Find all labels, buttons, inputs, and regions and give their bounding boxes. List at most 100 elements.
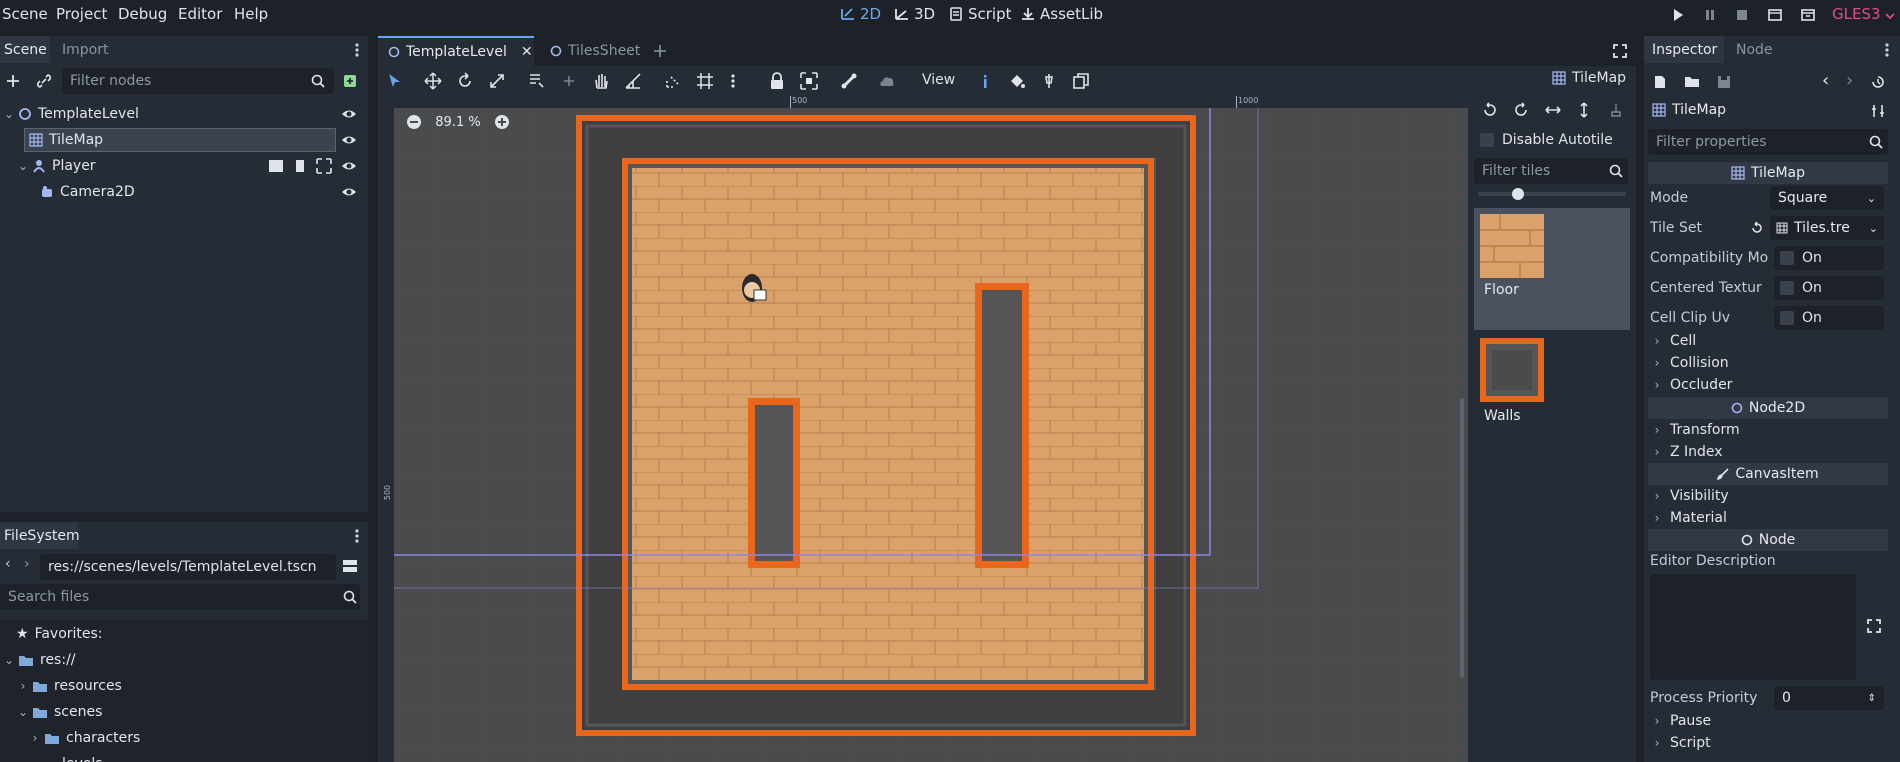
chevron-right-icon[interactable]: › (28, 731, 42, 745)
filter-tiles-input[interactable]: Filter tiles (1474, 158, 1628, 184)
tree-item-templatelevel[interactable]: ⌄ TemplateLevel (0, 102, 368, 126)
ruler-tool-icon[interactable] (624, 72, 642, 90)
expand-icon[interactable] (1866, 618, 1882, 634)
dock-menu-icon[interactable] (354, 42, 360, 58)
level-canvas[interactable] (394, 108, 1468, 762)
menu-editor[interactable]: Editor (178, 5, 222, 23)
slider-handle[interactable] (1512, 188, 1524, 200)
paint-bucket-icon[interactable] (1008, 72, 1026, 90)
menu-project[interactable]: Project (56, 5, 107, 23)
fs-res-root[interactable]: ⌄ res:// (0, 648, 76, 672)
zoom-level[interactable]: 89.1 % (430, 115, 486, 130)
copy-icon[interactable] (1072, 72, 1090, 90)
tab-templatelevel[interactable]: TemplateLevel ✕ (378, 36, 534, 66)
menu-debug[interactable]: Debug (118, 5, 167, 23)
path-field[interactable]: res://scenes/levels/TemplateLevel.tscn (40, 554, 336, 580)
cloud-icon[interactable] (878, 72, 896, 90)
workspace-assetlib-button[interactable]: AssetLib (1020, 5, 1103, 23)
list-select-icon[interactable] (528, 72, 546, 90)
bone-icon[interactable] (840, 72, 858, 90)
object-properties-icon[interactable] (1870, 103, 1886, 119)
visibility-icon[interactable] (341, 132, 357, 148)
chevron-down-icon[interactable]: ⌄ (2, 653, 16, 667)
compatibility-checkbox[interactable]: On (1774, 246, 1884, 270)
filter-nodes-input[interactable]: Filter nodes (62, 68, 334, 94)
tab-inspector[interactable]: Inspector (1644, 36, 1724, 63)
flip-vertical-icon[interactable] (1576, 102, 1592, 118)
add-tab-icon[interactable] (652, 43, 668, 59)
grid-snap-icon[interactable] (696, 72, 714, 90)
tree-item-tilemap[interactable]: TileMap (24, 128, 336, 152)
menu-help[interactable]: Help (234, 5, 268, 23)
distraction-free-icon[interactable] (1612, 43, 1628, 59)
process-priority-spinbox[interactable]: 0 ⇕ (1774, 686, 1884, 710)
group-icon[interactable] (316, 158, 332, 174)
section-transform[interactable]: › Transform (1650, 419, 1888, 441)
chevron-down-icon[interactable]: ⌄ (2, 107, 16, 121)
fs-levels[interactable]: levels (0, 752, 103, 762)
rotate-tool-icon[interactable] (456, 72, 474, 90)
checkbox-icon[interactable] (1780, 281, 1794, 295)
play-custom-scene-icon[interactable] (1800, 7, 1816, 23)
tab-node[interactable]: Node (1736, 36, 1786, 63)
section-visibility[interactable]: › Visibility (1650, 485, 1888, 507)
clear-transform-icon[interactable] (1608, 102, 1624, 118)
visibility-icon[interactable] (341, 184, 357, 200)
scale-tool-icon[interactable] (488, 72, 506, 90)
visibility-icon[interactable] (341, 158, 357, 174)
search-files-input[interactable]: Search files (0, 584, 360, 610)
zoom-out-icon[interactable] (406, 114, 422, 130)
rotate-left-icon[interactable] (1482, 102, 1498, 118)
open-folder-icon[interactable] (1684, 74, 1700, 90)
fs-resources[interactable]: › resources (0, 674, 122, 698)
script-icon[interactable] (292, 158, 308, 174)
revert-icon[interactable] (1750, 221, 1764, 235)
dock-menu-icon[interactable] (1884, 42, 1890, 58)
chevron-down-icon[interactable]: ⌄ (16, 159, 30, 173)
viewport-scrollbar[interactable] (1460, 398, 1464, 678)
close-icon[interactable]: ✕ (521, 44, 533, 60)
clipuv-checkbox[interactable]: On (1774, 306, 1884, 330)
dock-menu-icon[interactable] (354, 528, 360, 544)
checkbox-icon[interactable] (1480, 133, 1494, 147)
chevron-down-icon[interactable]: ⌄ (16, 705, 30, 719)
fs-favorites[interactable]: ★ Favorites: (0, 622, 103, 646)
smart-snap-icon[interactable] (664, 72, 682, 90)
tab-import[interactable]: Import (62, 36, 122, 63)
pause-icon[interactable] (1702, 7, 1718, 23)
section-script[interactable]: › Script (1650, 732, 1888, 754)
centered-checkbox[interactable]: On (1774, 276, 1884, 300)
section-z-index[interactable]: › Z Index (1650, 441, 1888, 463)
disable-autotile-checkbox[interactable]: Disable Autotile (1480, 132, 1613, 148)
mode-dropdown[interactable]: Square ⌄ (1770, 186, 1884, 210)
lock-icon[interactable] (768, 72, 786, 90)
zoom-in-icon[interactable] (494, 114, 510, 130)
chevron-down-icon[interactable] (1884, 10, 1896, 22)
select-tool-icon[interactable] (386, 72, 404, 90)
chevron-right-icon[interactable]: › (16, 679, 30, 693)
workspace-2d-button[interactable]: 2D (840, 5, 881, 23)
tab-scene[interactable]: Scene (0, 36, 50, 63)
snap-options-icon[interactable] (730, 72, 748, 90)
filter-properties-input[interactable]: Filter properties (1648, 129, 1888, 155)
tileset-resource-picker[interactable]: Tiles.tre ⌄ (1770, 216, 1884, 240)
pick-tile-icon[interactable] (1040, 72, 1058, 90)
fs-characters[interactable]: › characters (0, 726, 141, 750)
new-resource-icon[interactable] (1652, 74, 1668, 90)
tab-filesystem[interactable]: FileSystem (0, 522, 80, 549)
editor-description-textarea[interactable] (1650, 574, 1856, 680)
view-menu-button[interactable]: View (922, 72, 955, 88)
visibility-icon[interactable] (341, 106, 357, 122)
section-material[interactable]: › Material (1650, 507, 1888, 529)
tile-item-walls[interactable]: Walls (1474, 336, 1630, 456)
clapperboard-icon[interactable] (268, 158, 284, 174)
menu-scene[interactable]: Scene (2, 5, 48, 23)
tile-item-floor[interactable]: Floor (1474, 208, 1630, 330)
checkbox-icon[interactable] (1780, 311, 1794, 325)
link-icon[interactable] (36, 73, 52, 89)
fs-scenes[interactable]: ⌄ scenes (0, 700, 102, 724)
play-scene-icon[interactable] (1767, 7, 1783, 23)
group-selected-icon[interactable] (800, 72, 818, 90)
history-icon[interactable] (1870, 74, 1886, 90)
workspace-script-button[interactable]: Script (948, 5, 1012, 23)
